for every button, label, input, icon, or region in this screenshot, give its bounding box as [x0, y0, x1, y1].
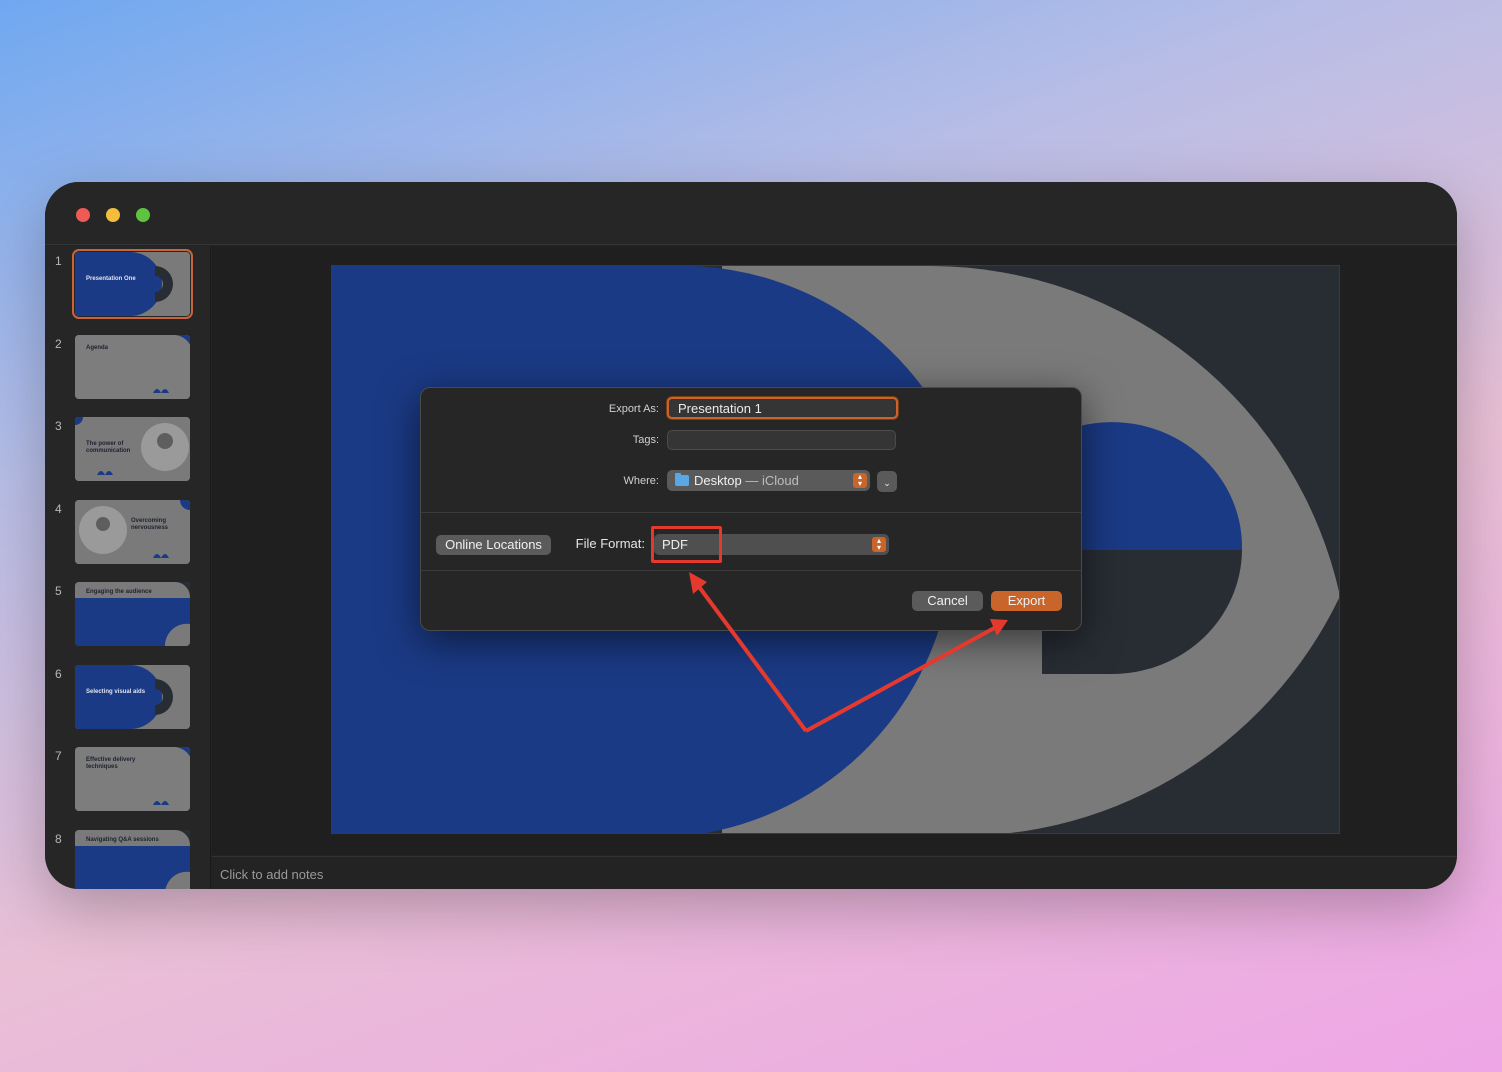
- slide-thumbnail-title: Overcoming nervousness: [131, 517, 169, 531]
- presenter-notes[interactable]: Click to add notes: [212, 856, 1457, 889]
- cancel-button[interactable]: Cancel: [912, 591, 983, 611]
- where-popup[interactable]: Desktop — iCloud ▴ ▾: [667, 470, 870, 491]
- slide-thumbnail-row[interactable]: 2 Agenda: [45, 329, 211, 399]
- online-locations-button[interactable]: Online Locations: [436, 535, 551, 555]
- chevron-updown-icon: ▴ ▾: [872, 537, 886, 552]
- slide-thumbnail-title: Selecting visual aids: [86, 688, 146, 695]
- slide-number: 8: [55, 831, 62, 846]
- slide-thumbnail-row[interactable]: 5 Engaging the audience: [45, 576, 211, 646]
- thumbnail-artwork: [75, 252, 190, 316]
- slide-thumbnail-row[interactable]: 1 Presentation One: [45, 246, 211, 319]
- slide-navigator: 1 Presentation One 2 Agenda 3 The power of co…: [45, 246, 211, 889]
- slide-thumbnail-title: Effective delivery techniques: [86, 757, 136, 770]
- slide-thumbnail[interactable]: Navigating Q&A sessions: [75, 829, 190, 889]
- where-label: Where:: [623, 475, 659, 487]
- slide-thumbnail-row[interactable]: 4 Overcoming nervousness: [45, 494, 211, 564]
- export-as-field[interactable]: Presentation 1: [667, 397, 898, 419]
- slide-number: 4: [55, 501, 62, 516]
- file-format-label: File Format:: [575, 536, 645, 551]
- export-as-label: Export As:: [608, 403, 659, 415]
- slide-number: 6: [55, 666, 62, 681]
- slide-thumbnail-row[interactable]: 7 Effective delivery techniques: [45, 741, 211, 811]
- thumbnail-artwork: [75, 499, 190, 564]
- slide-thumbnail[interactable]: Effective delivery techniques: [75, 747, 190, 811]
- slide-thumbnail-title: Agenda: [86, 344, 109, 351]
- chevron-updown-icon: ▴ ▾: [853, 473, 867, 488]
- slide-number: 1: [55, 254, 62, 268]
- slide-thumbnail-row[interactable]: 8 Navigating Q&A sessions: [45, 824, 211, 889]
- folder-icon: [675, 473, 689, 486]
- slide-thumbnail-row[interactable]: 3 The power of communication: [45, 411, 211, 481]
- export-dialog: Export As: Presentation 1 Tags: Where: D…: [420, 387, 1082, 631]
- title-bar: [45, 182, 1457, 245]
- file-format-popup[interactable]: PDF ▴ ▾: [654, 534, 889, 555]
- dialog-divider-top: [421, 512, 1081, 513]
- tags-field[interactable]: [667, 430, 896, 450]
- expand-dialog-button[interactable]: ⌄: [877, 471, 897, 492]
- slide-number: 2: [55, 336, 62, 351]
- slide-number: 5: [55, 584, 62, 598]
- file-format-value: PDF: [662, 537, 688, 552]
- slide-thumbnail-title: Presentation One: [86, 276, 136, 282]
- tags-label: Tags:: [632, 434, 659, 446]
- slide-number: 7: [55, 749, 62, 763]
- slide-thumbnail[interactable]: Presentation One: [72, 249, 193, 319]
- slide-thumbnail[interactable]: The power of communication: [75, 417, 190, 481]
- thumbnail-artwork: [75, 664, 190, 729]
- slide-thumbnail-row[interactable]: 6 Selecting visual aids: [45, 659, 211, 729]
- slide-thumbnail-title: Engaging the audience: [86, 589, 152, 595]
- minimize-window-button[interactable]: [106, 208, 120, 222]
- zoom-window-button[interactable]: [136, 208, 150, 222]
- dialog-divider-bottom: [421, 570, 1081, 571]
- slide-thumbnail[interactable]: Selecting visual aids: [75, 664, 190, 729]
- close-window-button[interactable]: [76, 208, 90, 222]
- export-button[interactable]: Export: [991, 591, 1062, 611]
- chevron-down-icon: ⌄: [883, 478, 891, 488]
- slide-thumbnail-title: The power of communication: [86, 441, 131, 454]
- where-value: Desktop: [694, 473, 742, 488]
- slide-number: 3: [55, 419, 62, 433]
- slide-thumbnail-title: Navigating Q&A sessions: [86, 836, 159, 843]
- slide-thumbnail[interactable]: Engaging the audience: [75, 582, 190, 646]
- keynote-window: 1 Presentation One 2 Agenda 3 The power of co…: [45, 182, 1457, 889]
- slide-thumbnail[interactable]: Overcoming nervousness: [75, 499, 190, 564]
- slide-thumbnail[interactable]: Agenda: [75, 334, 190, 399]
- where-sub: — iCloud: [745, 473, 799, 488]
- notes-placeholder: Click to add notes: [220, 867, 324, 882]
